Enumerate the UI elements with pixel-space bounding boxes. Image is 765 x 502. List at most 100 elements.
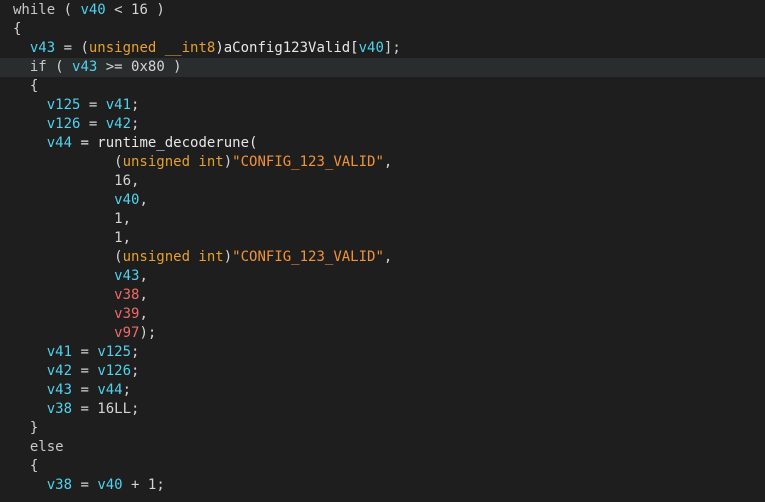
code-line[interactable]: v39, <box>0 305 765 324</box>
code-line-text: v40, <box>13 191 148 210</box>
code-line-text: v38, <box>13 286 148 305</box>
code-line[interactable]: v38 = 16LL; <box>0 400 765 419</box>
code-line-text: 1, <box>13 210 131 229</box>
code-line[interactable]: 1, <box>0 210 765 229</box>
code-token: v125 <box>97 344 132 360</box>
code-line[interactable]: v42 = v126; <box>0 362 765 381</box>
code-line[interactable]: v97); <box>0 324 765 343</box>
code-line-text: 1, <box>13 229 131 248</box>
code-token: unsigned __int8 <box>88 40 216 56</box>
code-token: , <box>139 306 148 322</box>
code-token: = 16LL; <box>72 401 140 417</box>
code-line[interactable]: 1, <box>0 229 765 248</box>
code-line-text: v126 = v42; <box>13 115 140 134</box>
code-token: ( <box>55 2 81 18</box>
code-token: = runtime_decoderune( <box>72 135 258 151</box>
code-line-text: else <box>13 438 64 457</box>
code-line-text: 16, <box>13 172 139 191</box>
code-line[interactable]: (unsigned int)"CONFIG_123_VALID", <box>0 153 765 172</box>
code-token: "CONFIG_123_VALID" <box>232 154 384 170</box>
code-token: v40 <box>114 192 140 208</box>
code-token: v40 <box>80 2 106 18</box>
code-token: v41 <box>105 97 132 113</box>
code-token: v42 <box>46 363 73 379</box>
code-line-text: v44 = runtime_decoderune( <box>13 134 258 153</box>
code-token: = <box>72 344 98 360</box>
code-line[interactable]: v43 = v44; <box>0 381 765 400</box>
code-token: ( <box>13 249 123 265</box>
code-token: { <box>13 21 22 37</box>
code-line[interactable]: v43, <box>0 267 765 286</box>
code-line-text: v38 = 16LL; <box>13 400 140 419</box>
code-token: ; <box>122 382 132 398</box>
code-token: , <box>139 192 148 208</box>
code-line[interactable]: 16, <box>0 172 765 191</box>
code-line[interactable]: { <box>0 20 765 39</box>
code-line[interactable]: v38 = v40 + 1; <box>0 476 765 495</box>
code-token: v43 <box>29 40 56 56</box>
code-token: v126 <box>46 116 81 132</box>
code-line[interactable]: v44 = runtime_decoderune( <box>0 134 765 153</box>
code-token: v38 <box>46 477 73 493</box>
code-token: v44 <box>46 135 73 151</box>
code-token: , <box>383 154 393 170</box>
code-token: < 16 ) <box>105 2 165 18</box>
code-line[interactable]: while ( v40 < 16 ) <box>0 1 765 20</box>
code-line-text: v41 = v125; <box>13 343 140 362</box>
code-token: v39 <box>114 306 140 322</box>
code-line-text: { <box>13 457 38 476</box>
code-line[interactable]: (unsigned int)"CONFIG_123_VALID", <box>0 248 765 267</box>
code-line[interactable]: } <box>0 419 765 438</box>
code-token: ; <box>131 97 140 113</box>
code-token: while <box>13 2 56 18</box>
code-token: = <box>80 97 106 113</box>
code-token: ) <box>223 249 233 265</box>
code-line[interactable]: v38, <box>0 286 765 305</box>
code-line[interactable]: v41 = v125; <box>0 343 765 362</box>
code-token: v40 <box>97 477 123 493</box>
code-line-text: v43 = (unsigned __int8)aConfig123Valid[v… <box>13 39 401 58</box>
code-token: ) <box>223 154 233 170</box>
code-token: v38 <box>114 287 140 303</box>
code-line[interactable]: v126 = v42; <box>0 115 765 134</box>
code-token: { <box>13 458 39 474</box>
code-token: v43 <box>114 268 140 284</box>
code-token: else <box>13 439 64 455</box>
code-line-text: { <box>13 20 21 39</box>
code-line[interactable]: v43 = (unsigned __int8)aConfig123Valid[v… <box>0 39 765 58</box>
code-line-text: while ( v40 < 16 ) <box>13 1 165 20</box>
code-token: 16, <box>13 173 140 189</box>
code-line-text: (unsigned int)"CONFIG_123_VALID", <box>13 153 392 172</box>
code-token: unsigned int <box>122 249 224 265</box>
code-token: v126 <box>97 363 132 379</box>
code-token: v44 <box>97 382 123 398</box>
code-line-text: if ( v43 >= 0x80 ) <box>13 58 182 77</box>
code-token: >= 0x80 ) <box>97 59 182 75</box>
code-line[interactable]: if ( v43 >= 0x80 ) <box>0 58 765 77</box>
code-line[interactable]: v125 = v41; <box>0 96 765 115</box>
code-token: , <box>383 249 393 265</box>
code-line-text: v43 = v44; <box>13 381 131 400</box>
code-line[interactable]: { <box>0 77 765 96</box>
code-line[interactable]: else <box>0 438 765 457</box>
code-token: v40 <box>358 40 384 56</box>
code-line[interactable]: v40, <box>0 191 765 210</box>
code-token: , <box>139 287 148 303</box>
code-token: , <box>139 268 148 284</box>
code-token: ; <box>131 344 140 360</box>
code-line[interactable]: { <box>0 457 765 476</box>
code-token: v97 <box>114 325 140 341</box>
code-editor[interactable]: while ( v40 < 16 ){ v43 = (unsigned __in… <box>0 0 765 502</box>
code-token: = <box>72 363 98 379</box>
code-token: if <box>13 59 47 75</box>
code-token: = <box>72 477 98 493</box>
code-token: v43 <box>72 59 98 75</box>
